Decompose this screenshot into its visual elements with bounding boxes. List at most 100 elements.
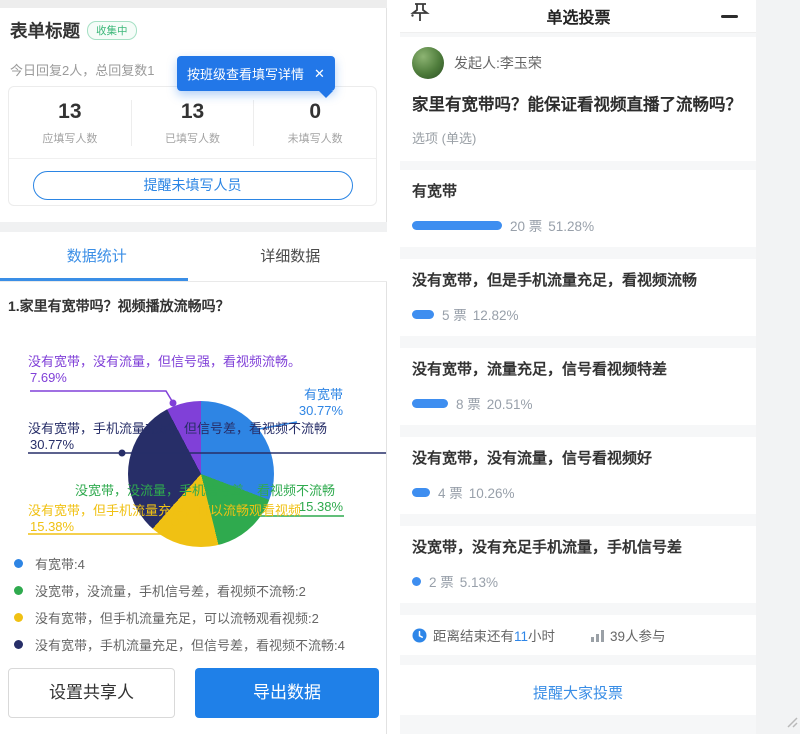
set-sharers-button[interactable]: 设置共享人 [8, 668, 175, 718]
resize-grip[interactable] [784, 714, 798, 728]
callout-navy-text: 没有宽带，手机流量充足，但信号差，看视频不流畅 [28, 421, 327, 437]
countdown-prefix: 距离结束还有 [433, 629, 514, 644]
option-label: 没有宽带，没有流量，信号看视频好 [412, 450, 744, 468]
form-stats-panel: 表单标题 收集中 今日回复2人，总回复数1 按班级查看填写详情 ✕ 13 应填写… [0, 0, 387, 734]
poll-question: 家里有宽带吗？能保证看视频直播了流畅吗？ [412, 93, 746, 118]
vote-percent: 5.13% [460, 575, 498, 590]
stat-expected: 13 应填写人数 [9, 100, 132, 146]
clock-icon [412, 628, 427, 643]
divider [9, 158, 376, 159]
legend-label: 没有宽带，但手机流量充足，可以流畅观看视频:2 [35, 608, 319, 627]
callout-green-pct: 15.38% [299, 499, 343, 515]
callout-blue-pct: 30.77% [299, 403, 343, 419]
vote-count: 5 票 [442, 308, 467, 323]
remind-link-row: 提醒大家投票 [400, 665, 756, 715]
poll-panel: 单选投票 发起人:李玉荣 家里有宽带吗？能保证看视频直播了流畅吗？ 选项 (单选… [400, 0, 756, 734]
poll-header: 单选投票 [400, 0, 756, 33]
vote-bar [412, 488, 430, 497]
vote-bar [412, 221, 502, 230]
callout-yellow-text: 没有宽带，但手机流量充足，可以流畅观看视频 [28, 503, 301, 519]
remind-unfilled-button[interactable]: 提醒未填写人员 [33, 171, 353, 200]
stat-value: 13 [9, 100, 131, 124]
legend-item: 没有宽带，但手机流量充足，可以流畅观看视频:2 [14, 604, 382, 631]
collecting-status-badge: 收集中 [87, 21, 137, 40]
poll-footer: 距离结束还有11小时 39人参与 [400, 615, 756, 655]
vote-bar [412, 577, 421, 586]
poll-options: 有宽带 20 票 51.28% 没有宽带，但是手机流量充足，看视频流畅 5 票 12… [400, 170, 756, 603]
callout-purple-text: 没有宽带，没有流量，但信号强，看视频流畅。 [28, 354, 301, 370]
poll-option-card[interactable]: 没有宽带，但是手机流量充足，看视频流畅 5 票 12.82% [400, 259, 756, 336]
pie-chart-area: 没有宽带，没有流量，但信号强，看视频流畅。 7.69% 有宽带 30.77% 没… [0, 330, 387, 560]
top-strip [0, 0, 387, 8]
option-label: 没有宽带，但是手机流量充足，看视频流畅 [412, 272, 744, 290]
class-view-tooltip[interactable]: 按班级查看填写详情 ✕ [177, 56, 335, 91]
option-result-row: 2 票5.13% [412, 572, 744, 590]
tooltip-text: 按班级查看填写详情 [187, 64, 304, 83]
form-title: 表单标题 [10, 18, 80, 43]
minimize-icon[interactable] [721, 15, 738, 18]
tab-data-statistics[interactable]: 数据统计 [0, 232, 194, 281]
participants-count: 39人参与 [610, 625, 666, 645]
legend-item: 没有宽带，手机流量充足，但信号差，看视频不流畅:4 [14, 631, 382, 658]
legend-dot-icon [14, 640, 23, 649]
option-meta: 4 票10.26% [438, 482, 515, 502]
chart-question: 1.家里有宽带吗？视频播放流畅吗？ [8, 296, 230, 316]
option-meta: 20 票 51.28% [510, 215, 594, 235]
form-title-row: 表单标题 收集中 [10, 18, 137, 43]
countdown-value: 11 [514, 629, 528, 644]
vote-bar [412, 399, 448, 408]
vote-bar [412, 310, 434, 319]
vote-percent: 51.28% [548, 219, 594, 234]
poll-option-card[interactable]: 有宽带 20 票 51.28% [400, 170, 756, 247]
tab-bar: 数据统计 详细数据 [0, 232, 387, 282]
vote-count: 20 票 [510, 219, 542, 234]
countdown-suffix: 小时 [528, 629, 555, 644]
option-label: 有宽带 [412, 183, 744, 201]
legend-label: 没宽带，没流量，手机信号差，看视频不流畅:2 [35, 581, 306, 600]
vote-percent: 12.82% [473, 308, 519, 323]
section-gap [0, 222, 387, 232]
tab-detailed-data[interactable]: 详细数据 [194, 232, 388, 281]
stat-filled: 13 已填写人数 [132, 100, 255, 146]
legend: 有宽带:4 没宽带，没流量，手机信号差，看视频不流畅:2 没有宽带，但手机流量充… [14, 550, 382, 658]
vote-count: 4 票 [438, 486, 463, 501]
fill-stats-card: 13 应填写人数 13 已填写人数 0 未填写人数 提醒未填写人员 [8, 86, 377, 206]
option-meta: 5 票 12.82% [442, 304, 519, 324]
initiator-row: 发起人:李玉荣 [412, 47, 744, 79]
option-label: 没宽带，没有充足手机流量，手机信号差 [412, 539, 744, 557]
right-gutter [756, 0, 800, 734]
app-window: 表单标题 收集中 今日回复2人，总回复数1 按班级查看填写详情 ✕ 13 应填写… [0, 0, 800, 734]
stat-label: 未填写人数 [254, 130, 376, 146]
option-meta: 8 票20.51% [456, 393, 533, 413]
legend-dot-icon [14, 559, 23, 568]
stat-unfilled: 0 未填写人数 [254, 100, 376, 146]
stat-label: 应填写人数 [9, 130, 131, 146]
bar-chart-icon [591, 629, 605, 642]
reply-summary: 今日回复2人，总回复数1 [10, 60, 154, 79]
stat-label: 已填写人数 [132, 130, 254, 146]
poll-title: 单选投票 [436, 4, 721, 28]
option-result-row: 5 票 12.82% [412, 305, 744, 323]
pushpin-icon[interactable] [410, 2, 436, 31]
poll-option-card[interactable]: 没有宽带，没有流量，信号看视频好 4 票10.26% [400, 437, 756, 514]
callout-navy-pct: 30.77% [30, 437, 74, 453]
stats-row: 13 应填写人数 13 已填写人数 0 未填写人数 [9, 100, 376, 146]
countdown-text: 距离结束还有11小时 [433, 625, 555, 645]
option-meta: 2 票5.13% [429, 571, 498, 591]
export-data-button[interactable]: 导出数据 [195, 668, 379, 718]
option-label: 没有宽带，流量充足，信号看视频特差 [412, 361, 744, 379]
initiator-name: 发起人:李玉荣 [454, 53, 542, 73]
callout-blue: 有宽带 30.77% [299, 387, 343, 419]
options-label: 选项 (单选) [412, 128, 744, 147]
poll-option-card[interactable]: 没宽带，没有充足手机流量，手机信号差 2 票5.13% [400, 526, 756, 603]
vote-percent: 20.51% [487, 397, 533, 412]
poll-option-card[interactable]: 没有宽带，流量充足，信号看视频特差 8 票20.51% [400, 348, 756, 425]
option-result-row: 4 票10.26% [412, 483, 744, 501]
option-result-row: 20 票 51.28% [412, 216, 744, 234]
stat-value: 0 [254, 100, 376, 124]
callout-green-text: 没宽带，没流量，手机信号差，看视频不流畅 [75, 483, 335, 499]
remind-everyone-link[interactable]: 提醒大家投票 [533, 682, 623, 703]
avatar [412, 47, 444, 79]
close-icon[interactable]: ✕ [314, 66, 325, 82]
option-result-row: 8 票20.51% [412, 394, 744, 412]
